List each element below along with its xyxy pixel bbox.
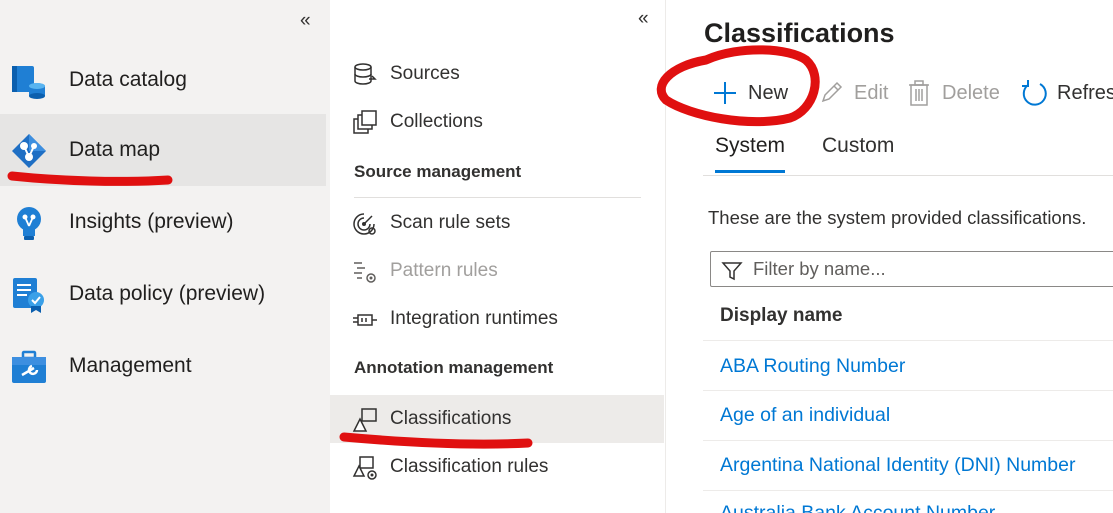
refresh-icon bbox=[1022, 80, 1047, 106]
left-nav-item-label: Management bbox=[69, 354, 192, 377]
table-row-link[interactable]: Argentina National Identity (DNI) Number bbox=[720, 454, 1076, 477]
sub-nav-item-label: Classification rules bbox=[390, 456, 549, 477]
sub-nav-item-label: Integration runtimes bbox=[390, 308, 558, 329]
delete-button[interactable]: Delete bbox=[905, 78, 1000, 108]
row-divider bbox=[703, 390, 1113, 391]
table-row-link[interactable]: Australia Bank Account Number bbox=[720, 502, 995, 513]
sub-nav-item-label: Sources bbox=[390, 63, 460, 84]
refresh-button[interactable]: Refresh bbox=[1020, 78, 1113, 108]
left-nav-item-label: Insights (preview) bbox=[69, 210, 234, 233]
sub-nav-item-label: Classifications bbox=[390, 408, 512, 429]
sub-nav-item-scan-rule-sets[interactable]: Scan rule sets bbox=[330, 199, 664, 247]
classifications-icon bbox=[352, 408, 377, 432]
filter-input[interactable] bbox=[753, 256, 1113, 282]
classification-rules-icon bbox=[352, 456, 377, 480]
collapse-left-nav-button[interactable]: « bbox=[300, 10, 310, 32]
tab-custom[interactable]: Custom bbox=[822, 134, 894, 158]
filter-box bbox=[710, 251, 1113, 287]
sub-nav-item-pattern-rules[interactable]: Pattern rules bbox=[330, 247, 664, 295]
left-nav-item-label: Data policy (preview) bbox=[69, 282, 266, 305]
refresh-button-label: Refresh bbox=[1057, 81, 1113, 104]
scan-rule-sets-icon bbox=[353, 213, 376, 235]
sub-nav-item-integration-runtimes[interactable]: Integration runtimes bbox=[330, 295, 664, 343]
sources-icon bbox=[354, 63, 377, 85]
table-row-link[interactable]: ABA Routing Number bbox=[720, 355, 905, 378]
left-nav-item-data-policy[interactable]: Data policy (preview) bbox=[0, 258, 326, 330]
trash-icon bbox=[909, 80, 929, 106]
left-nav-item-data-catalog[interactable]: Data catalog bbox=[0, 44, 326, 116]
data-map-icon bbox=[12, 134, 46, 168]
edit-button[interactable]: Edit bbox=[817, 78, 888, 108]
plus-icon bbox=[714, 82, 736, 104]
table-row-link[interactable]: Age of an individual bbox=[720, 404, 890, 427]
tab-system[interactable]: System bbox=[715, 134, 785, 158]
sub-nav-item-classification-rules[interactable]: Classification rules bbox=[330, 443, 664, 491]
tabs-divider bbox=[703, 175, 1113, 176]
annotation-management-header: Annotation management bbox=[354, 358, 554, 377]
row-divider bbox=[703, 440, 1113, 441]
active-tab-indicator bbox=[715, 170, 785, 173]
lightbulb-icon bbox=[17, 207, 41, 240]
left-nav-item-data-map[interactable]: Data map bbox=[0, 114, 326, 186]
left-nav-item-management[interactable]: Management bbox=[0, 330, 326, 402]
sub-nav-item-collections[interactable]: Collections bbox=[330, 98, 664, 146]
edit-button-label: Edit bbox=[854, 81, 889, 104]
column-header-display-name[interactable]: Display name bbox=[720, 305, 843, 327]
sub-nav-item-classifications[interactable]: Classifications bbox=[330, 395, 664, 443]
sub-navigation: « Sources Collections Source management … bbox=[330, 0, 666, 513]
left-navigation: « Data catalog Data map Insights (previe… bbox=[0, 0, 330, 513]
row-divider bbox=[703, 340, 1113, 341]
new-button[interactable]: New bbox=[711, 78, 788, 108]
page-title: Classifications bbox=[704, 18, 895, 48]
filter-icon bbox=[721, 262, 743, 281]
page-description: These are the system provided classifica… bbox=[708, 207, 1087, 228]
classifications-page: Classifications New Edit Delete Refres S… bbox=[667, 0, 1113, 513]
sub-nav-item-label: Scan rule sets bbox=[390, 212, 511, 233]
sub-nav-item-label: Collections bbox=[390, 111, 483, 132]
integration-runtimes-icon bbox=[353, 314, 377, 326]
collapse-sub-nav-button[interactable]: « bbox=[638, 8, 648, 30]
policy-certificate-icon bbox=[13, 278, 44, 313]
left-nav-item-label: Data map bbox=[69, 138, 161, 161]
new-button-label: New bbox=[748, 81, 789, 104]
delete-button-label: Delete bbox=[942, 81, 1000, 104]
left-nav-item-insights[interactable]: Insights (preview) bbox=[0, 186, 326, 258]
pattern-rules-icon bbox=[354, 262, 376, 283]
sub-nav-item-label: Pattern rules bbox=[390, 260, 498, 281]
section-divider bbox=[354, 197, 641, 198]
database-catalog-icon bbox=[12, 66, 45, 99]
source-management-header: Source management bbox=[354, 162, 522, 181]
collections-icon bbox=[353, 110, 377, 134]
pencil-icon bbox=[821, 81, 843, 103]
row-divider bbox=[703, 490, 1113, 491]
toolbox-icon bbox=[12, 350, 46, 383]
sub-nav-item-sources[interactable]: Sources bbox=[330, 50, 664, 98]
left-nav-item-label: Data catalog bbox=[69, 68, 187, 91]
